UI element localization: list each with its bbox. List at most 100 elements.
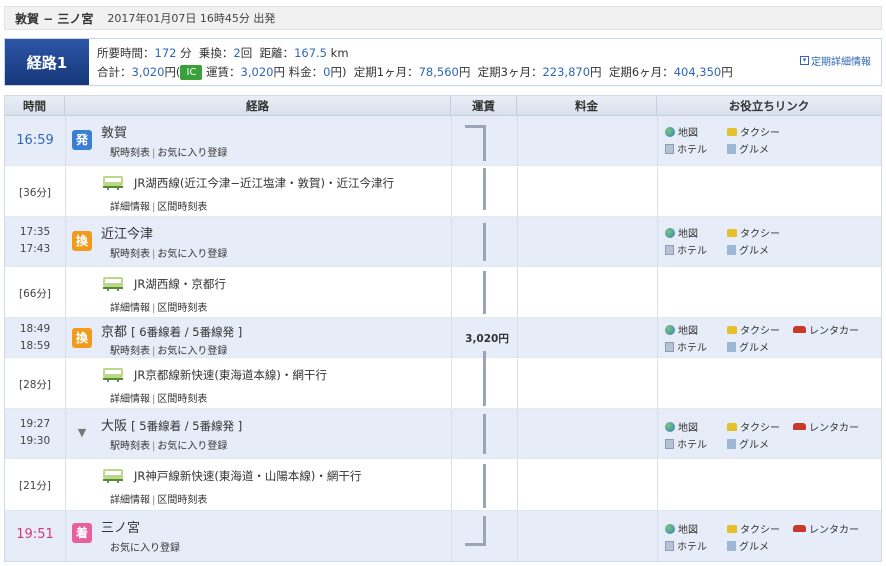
departure-time: 16:59 <box>16 133 54 148</box>
map-link[interactable]: 地図 <box>665 419 698 434</box>
transfer-value: 2 <box>233 46 241 60</box>
station-timetable-link[interactable]: 駅時刻表 <box>110 249 150 260</box>
taxi-link[interactable]: タクシー <box>727 124 780 139</box>
distance-value: 167.5 <box>294 46 327 60</box>
station-name: 敦賀 <box>101 126 128 141</box>
summary-line-1: 所要時間：172 分 乗換：2回 距離：167.5 km <box>97 45 349 61</box>
map-link[interactable]: 地図 <box>665 322 698 337</box>
detail-info-link[interactable]: 詳細情報 <box>110 303 150 314</box>
favorite-link[interactable]: お気に入り登録 <box>157 346 227 357</box>
station-timetable-link[interactable]: 駅時刻表 <box>110 346 150 357</box>
map-link[interactable]: 地図 <box>665 521 698 536</box>
favorite-link[interactable]: お気に入り登録 <box>110 543 180 554</box>
segment-links: 詳細情報 | 区間時刻表 <box>110 495 208 506</box>
duration-value: 172 <box>154 46 177 60</box>
hotel-link[interactable]: ホテル <box>665 141 707 156</box>
station-links: 駅時刻表 | お気に入り登録 <box>110 346 228 357</box>
map-label: 地図 <box>678 525 698 536</box>
section-timetable-link[interactable]: 区間時刻表 <box>157 394 207 405</box>
gourmet-link[interactable]: グルメ <box>727 436 769 451</box>
gourmet-link[interactable]: グルメ <box>727 141 769 156</box>
station-name: 京都 [ 6番線着 / 5番線発 ] <box>101 321 242 340</box>
fare-label: 運賃： <box>206 65 241 79</box>
rentacar-link[interactable]: レンタカー <box>793 419 859 434</box>
section-timetable-link[interactable]: 区間時刻表 <box>157 495 207 506</box>
station-row-osaka: 19:27 19:30 ▼ 大阪 [ 5番線着 / 5番線発 ] 駅時刻表 | お気… <box>5 409 881 459</box>
pass3-label: 定期3ヶ月： <box>477 65 543 79</box>
globe-icon <box>665 421 675 432</box>
pass-detail-link[interactable]: ▾ 定期詳細情報 <box>800 53 871 68</box>
map-link[interactable]: 地図 <box>665 225 698 240</box>
pass3-unit: 円 <box>590 65 602 79</box>
map-link[interactable]: 地図 <box>665 124 698 139</box>
gourmet-label: グルメ <box>739 440 769 451</box>
hotel-label: ホテル <box>677 440 707 451</box>
pass-detail-label: 定期詳細情報 <box>811 57 871 68</box>
line-name[interactable]: JR湖西線(近江今津−近江塩津・敦賀)・近江今津行 <box>134 175 394 191</box>
hotel-label: ホテル <box>677 542 707 553</box>
pass1-unit: 円 <box>458 65 471 79</box>
taxi-link[interactable]: タクシー <box>727 322 780 337</box>
line-name[interactable]: JR京都線新快速(東海道本線)・網干行 <box>134 367 327 383</box>
favorite-link[interactable]: お気に入り登録 <box>157 249 227 260</box>
transfer-icon: 換 <box>72 328 92 348</box>
map-label: 地図 <box>678 229 698 240</box>
station-name: 近江今津 <box>101 227 154 242</box>
taxi-link[interactable]: タクシー <box>727 419 780 434</box>
station-timetable-link[interactable]: 駅時刻表 <box>110 441 150 452</box>
rentacar-link[interactable]: レンタカー <box>793 322 859 337</box>
section-timetable-link[interactable]: 区間時刻表 <box>157 202 207 213</box>
fare-bracket-line <box>483 168 486 210</box>
hotel-link[interactable]: ホテル <box>665 436 707 451</box>
hotel-link[interactable]: ホテル <box>665 242 707 257</box>
departure-time: 17:43 <box>19 243 51 255</box>
hotel-icon <box>665 341 674 352</box>
map-label: 地図 <box>678 326 698 337</box>
line-name[interactable]: JR湖西線・京都行 <box>134 276 226 292</box>
pass-through-icon: ▼ <box>77 426 87 439</box>
taxi-label: タクシー <box>740 326 780 337</box>
line-name[interactable]: JR神戸線新快速(東海道・山陽本線)・網干行 <box>134 468 361 484</box>
segment-links: 詳細情報 | 区間時刻表 <box>110 202 208 213</box>
taxi-icon <box>727 127 737 136</box>
distance-unit: km <box>330 46 349 60</box>
fare-bracket-bottom <box>465 543 486 546</box>
pass6-label: 定期6ヶ月： <box>608 65 674 79</box>
gourmet-link[interactable]: グルメ <box>727 339 769 354</box>
taxi-icon <box>727 228 737 237</box>
duration-unit: 分 <box>180 46 192 60</box>
section-timetable-link[interactable]: 区間時刻表 <box>157 303 207 314</box>
detail-info-link[interactable]: 詳細情報 <box>110 394 150 405</box>
pass1-value: 78,560 <box>418 65 459 79</box>
fare-value: 3,020 <box>240 65 274 79</box>
favorite-link[interactable]: お気に入り登録 <box>157 148 227 159</box>
taxi-link[interactable]: タクシー <box>727 521 780 536</box>
useful-links: 地図 タクシー ホテル グルメ <box>665 225 875 261</box>
hotel-link[interactable]: ホテル <box>665 538 707 553</box>
rentacar-link[interactable]: レンタカー <box>793 521 859 536</box>
arrive-icon: 着 <box>72 523 92 543</box>
gourmet-icon <box>727 244 736 255</box>
taxi-link[interactable]: タクシー <box>727 225 780 240</box>
gourmet-link[interactable]: グルメ <box>727 538 769 553</box>
segment-row-1: [36分] JR湖西線(近江今津−近江塩津・敦賀)・近江今津行 詳細情報 | 区間時… <box>5 166 881 217</box>
pass1-label: 定期1ヶ月： <box>353 65 419 79</box>
detail-info-link[interactable]: 詳細情報 <box>110 495 150 506</box>
pass6-unit: 円 <box>721 65 733 79</box>
train-icon <box>103 368 123 382</box>
transfer-unit: 回 <box>240 46 253 60</box>
taxi-icon <box>727 524 737 533</box>
hotel-icon <box>665 244 674 255</box>
hotel-link[interactable]: ホテル <box>665 339 707 354</box>
departure-time: 18:59 <box>19 340 51 352</box>
route-badge[interactable]: 経路1 <box>5 39 89 85</box>
total-unit: 円( <box>164 65 181 79</box>
platform-info: [ 5番線着 / 5番線発 ] <box>131 419 243 433</box>
useful-links: 地図 タクシー レンタカー ホテル グルメ <box>665 322 875 356</box>
hotel-icon <box>665 143 674 154</box>
gourmet-link[interactable]: グルメ <box>727 242 769 257</box>
favorite-link[interactable]: お気に入り登録 <box>157 441 227 452</box>
gourmet-label: グルメ <box>739 246 769 257</box>
detail-info-link[interactable]: 詳細情報 <box>110 202 150 213</box>
station-timetable-link[interactable]: 駅時刻表 <box>110 148 150 159</box>
